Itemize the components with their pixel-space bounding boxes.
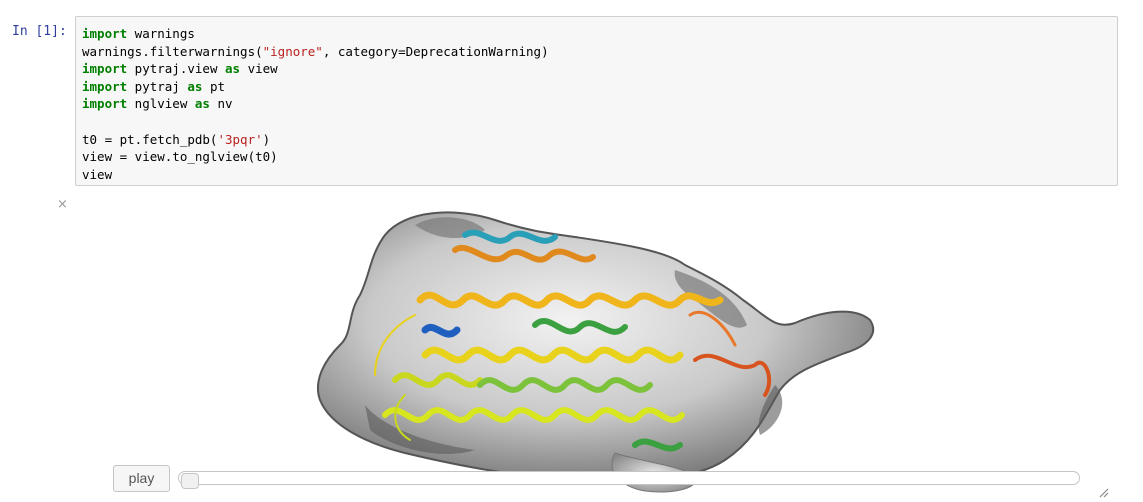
code-token: pt bbox=[202, 78, 226, 94]
code-keyword: import bbox=[82, 96, 128, 112]
code-token: view bbox=[82, 166, 113, 182]
frame-slider[interactable] bbox=[178, 471, 1080, 489]
code-token: nv bbox=[209, 96, 233, 112]
code-line: warnings.filterwarnings("ignore", catego… bbox=[82, 43, 549, 61]
notebook: In [1]: import warnings warnings.filterwa… bbox=[0, 0, 1143, 502]
code-string: "ignore" bbox=[262, 43, 323, 59]
code-token: t0 = pt.fetch_pdb( bbox=[82, 131, 218, 147]
code-keyword: as bbox=[187, 78, 203, 94]
code-line: import pytraj.view as view bbox=[82, 60, 549, 78]
code-token: ) bbox=[262, 131, 271, 147]
protein-structure-render[interactable] bbox=[75, 195, 1118, 500]
code-token: nglview bbox=[127, 96, 195, 112]
code-token: warnings bbox=[127, 26, 195, 41]
code-token: view bbox=[240, 61, 278, 77]
code-token: pytraj.view bbox=[127, 61, 225, 77]
code-token: warnings.filterwarnings( bbox=[82, 43, 263, 59]
code-line: view bbox=[82, 166, 549, 184]
code-keyword: import bbox=[82, 78, 128, 94]
code-keyword: as bbox=[194, 96, 210, 112]
code-text[interactable]: import warnings warnings.filterwarnings("… bbox=[82, 25, 549, 183]
code-line: import pytraj as pt bbox=[82, 78, 549, 96]
play-button[interactable]: play bbox=[113, 465, 170, 492]
code-line: view = view.to_nglview(t0) bbox=[82, 148, 549, 166]
code-cell-editor[interactable]: import warnings warnings.filterwarnings("… bbox=[75, 16, 1118, 186]
code-string: '3pqr' bbox=[217, 131, 263, 147]
code-keyword: import bbox=[82, 61, 128, 77]
frame-slider-handle[interactable] bbox=[181, 473, 199, 489]
code-line: t0 = pt.fetch_pdb('3pqr') bbox=[82, 131, 549, 149]
resize-grip-icon[interactable] bbox=[1097, 486, 1109, 498]
input-prompt: In [1]: bbox=[12, 24, 67, 39]
code-token: pytraj bbox=[127, 78, 188, 94]
code-token: view = view.to_nglview(t0) bbox=[82, 149, 278, 165]
code-line: import nglview as nv bbox=[82, 95, 549, 113]
code-line: import warnings bbox=[82, 25, 549, 43]
code-token: , category=DeprecationWarning) bbox=[322, 43, 549, 59]
ngl-viewer[interactable] bbox=[75, 195, 1118, 500]
close-output-icon[interactable]: × bbox=[57, 198, 68, 212]
code-keyword: import bbox=[82, 26, 128, 41]
code-keyword: as bbox=[225, 61, 241, 77]
